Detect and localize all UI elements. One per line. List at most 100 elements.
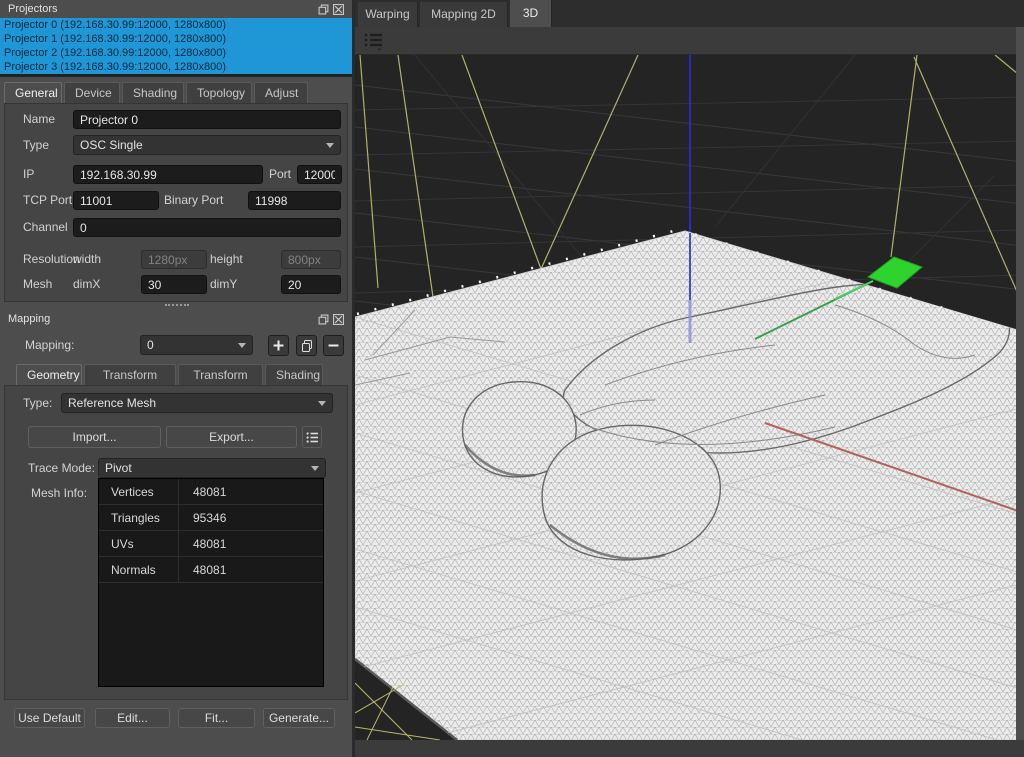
fit-button[interactable]: Fit... [178,708,255,728]
viewport-bottom-strip [355,740,1024,757]
float-panel-icon[interactable] [318,4,329,15]
export-button[interactable]: Export... [166,426,297,448]
projector-list-item[interactable]: Projector 2 (192.168.30.99:12000, 1280x8… [0,46,352,60]
tab-3d[interactable]: 3D [510,0,552,27]
dimx-input[interactable] [141,275,207,294]
port-label: Port [269,165,291,184]
projector-list-item[interactable]: Projector 3 (192.168.30.99:12000, 1280x8… [0,60,352,74]
tab-general[interactable]: General [4,82,62,104]
mapping-select-value: 0 [147,338,234,352]
mesh-info-name: Vertices [99,479,179,504]
tab-topology[interactable]: Topology [186,82,252,104]
geo-type-select-value: Reference Mesh [68,396,314,410]
binary-port-label: Binary Port [164,191,223,210]
duplicate-mapping-button[interactable] [296,335,317,356]
dimy-label: dimY [210,275,237,294]
chevron-down-icon [377,49,382,52]
projector-tabbar: General Device Shading Topology Adjust [4,82,310,104]
viewport-scrollbar[interactable] [1016,27,1024,740]
mesh-label: Mesh [23,275,52,294]
mapping-select[interactable]: 0 [140,335,253,355]
left-panel: Projectors Projector 0 (192.168.30.99:12… [0,0,352,757]
tab-transform-uv[interactable]: Transform UV [178,364,263,386]
mesh-info-label: Mesh Info: [31,484,87,503]
viewport-toolbar [355,27,1024,55]
mesh-info-name: Normals [99,557,179,582]
mesh-info-value: 95346 [179,505,323,530]
type-select[interactable]: OSC Single [73,135,341,155]
panel-splitter-handle[interactable] [165,304,189,306]
mesh-info-value: 48081 [179,479,323,504]
application-window: Projectors Projector 0 (192.168.30.99:12… [0,0,1024,757]
chevron-down-icon [311,466,319,471]
projector-list: Projector 0 (192.168.30.99:12000, 1280x8… [0,18,352,74]
chevron-down-icon [326,143,334,148]
tab-adjust[interactable]: Adjust [254,82,308,104]
remove-mapping-button[interactable] [323,335,344,356]
tab-shading-2[interactable]: Shading [265,364,323,386]
viewport-tabbar: Warping Mapping 2D 3D [355,0,1024,27]
view-options-menu-icon[interactable] [364,32,386,52]
mapping-panel-title: Mapping [8,313,50,325]
tcp-port-input[interactable] [73,191,159,210]
generate-button[interactable]: Generate... [263,708,335,728]
tab-transform-3d[interactable]: Transform 3D [84,364,176,386]
viewport-area: Warping Mapping 2D 3D [355,0,1024,757]
geo-type-select[interactable]: Reference Mesh [61,393,333,413]
tab-geometry[interactable]: Geometry [16,364,82,386]
trace-mode-select[interactable]: Pivot [98,458,326,478]
projectors-panel-title: Projectors [8,3,58,15]
tcp-port-label: TCP Port [23,191,72,210]
width-input [141,250,207,269]
close-panel-icon[interactable] [333,314,344,325]
mesh-info-value: 48081 [179,557,323,582]
channel-input[interactable] [73,218,341,237]
tab-shading[interactable]: Shading [122,82,184,104]
chevron-down-icon [318,401,326,406]
dimy-input[interactable] [281,275,341,294]
dimx-label: dimX [73,275,100,294]
mesh-info-name: UVs [99,531,179,556]
table-row: UVs 48081 [99,531,323,557]
mesh-info-name: Triangles [99,505,179,530]
mesh-info-value: 48081 [179,531,323,556]
trace-mode-select-value: Pivot [105,461,307,475]
use-default-button[interactable]: Use Default [14,708,85,728]
list-menu-icon [306,431,319,444]
binary-port-input[interactable] [248,191,341,210]
close-panel-icon[interactable] [333,4,344,15]
ip-label: IP [23,165,34,184]
import-button[interactable]: Import... [28,426,161,448]
mapping-tabbar: Geometry Transform 3D Transform UV Shadi… [16,364,325,386]
port-input[interactable] [297,165,342,184]
ip-input[interactable] [73,165,263,184]
geo-type-label: Type: [23,394,52,413]
float-panel-icon[interactable] [318,314,329,325]
name-label: Name [23,110,55,129]
add-mapping-button[interactable] [268,335,289,356]
mapping-panel-header: Mapping [0,310,352,328]
height-input [281,250,341,269]
type-select-value: OSC Single [80,138,322,152]
mesh-options-button[interactable] [302,426,322,448]
table-row: Vertices 48081 [99,479,323,505]
tab-device[interactable]: Device [64,82,120,104]
tab-mapping-2d[interactable]: Mapping 2D [420,2,508,27]
3d-scene-canvas[interactable] [355,55,1024,740]
edit-button[interactable]: Edit... [95,708,170,728]
plus-icon [273,340,284,351]
mapping-selector-label: Mapping: [25,336,74,355]
copy-icon [301,340,313,352]
channel-label: Channel [23,218,68,237]
name-input[interactable] [73,110,341,129]
type-label: Type [23,136,49,155]
tab-warping[interactable]: Warping [358,2,418,27]
list-divider [0,74,352,77]
projector-list-item[interactable]: Projector 1 (192.168.30.99:12000, 1280x8… [0,32,352,46]
table-row: Triangles 95346 [99,505,323,531]
general-form: Name Type OSC Single IP Port TCP Port Bi… [4,103,348,302]
table-row: Normals 48081 [99,557,323,583]
projector-list-item[interactable]: Projector 0 (192.168.30.99:12000, 1280x8… [0,18,352,32]
resolution-label: Resolution [23,250,80,269]
chevron-down-icon [238,343,246,348]
